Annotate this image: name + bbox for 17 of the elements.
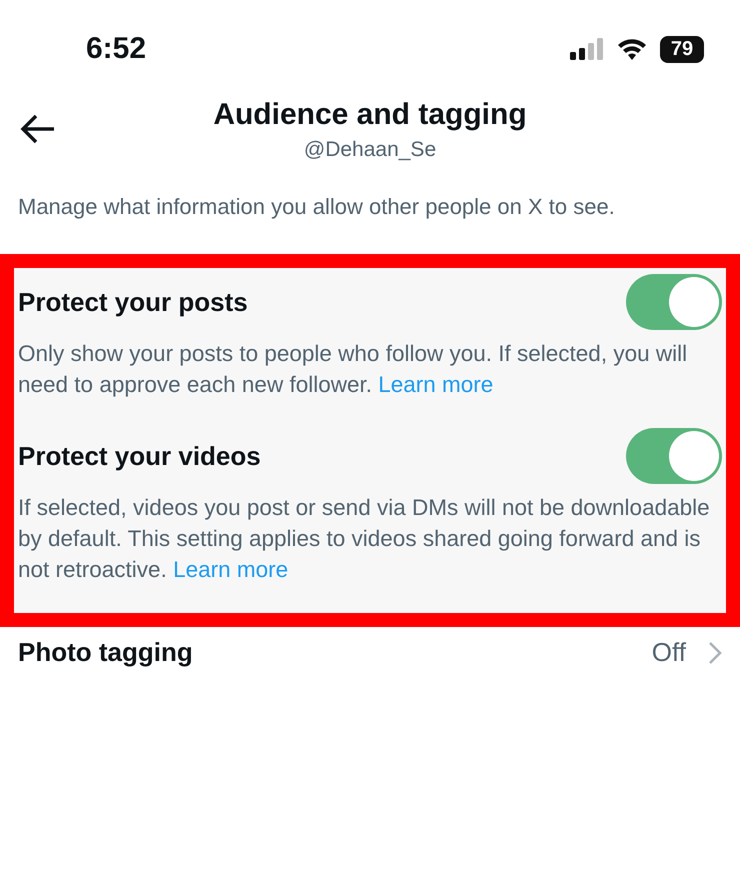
setting-value: Off	[652, 637, 686, 668]
back-arrow-icon[interactable]	[20, 114, 56, 144]
setting-title: Protect your posts	[18, 286, 248, 318]
learn-more-link[interactable]: Learn more	[173, 557, 288, 582]
chevron-icon[interactable]	[708, 640, 722, 664]
wifi-icon	[616, 37, 648, 61]
setting-description: Only show your posts to people who follow you. If selected, you will need to approve each new follower. Learn more	[18, 340, 688, 399]
status-time: 6:52	[86, 32, 146, 66]
page-description: Manage what information you allow other people on X to see.	[17, 193, 616, 221]
setting-title[interactable]: Photo tagging	[18, 637, 193, 668]
page-title: Audience and tagging	[213, 98, 527, 132]
learn-more-link[interactable]: Learn more	[378, 372, 494, 397]
signal-icon	[570, 38, 604, 60]
account-handle: @Dehaan_Se	[304, 138, 436, 162]
battery-level: 79	[660, 36, 704, 62]
setting-title: Protect your videos	[18, 440, 261, 472]
setting-description: If selected, videos you post or send via DMs will not be downloadable by default. This setting applies to videos shared going forward and is not retroactive. Learn more	[18, 494, 711, 584]
